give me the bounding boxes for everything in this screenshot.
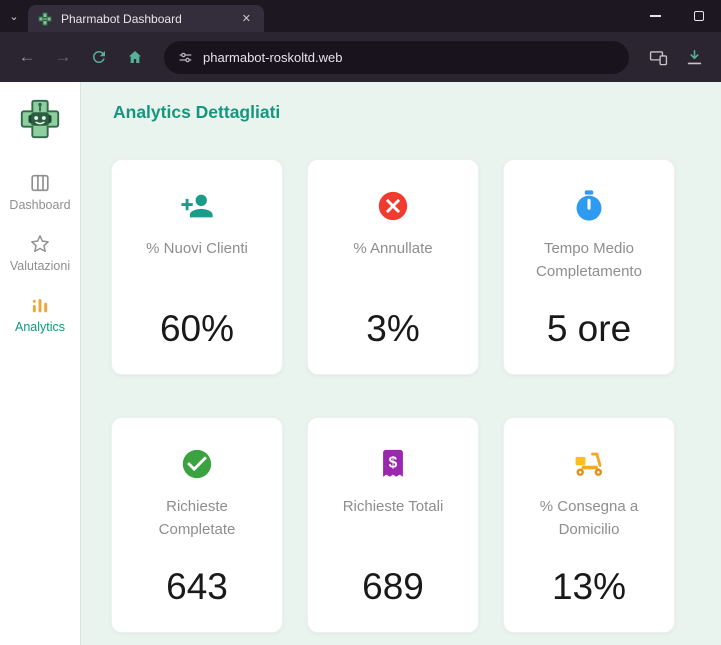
dashboard-icon bbox=[31, 174, 49, 192]
address-bar[interactable]: pharmabot-roskoltd.web bbox=[164, 40, 629, 74]
stat-card-tempo-medio: Tempo Medio Completamento 5 ore bbox=[503, 159, 675, 375]
url-text: pharmabot-roskoltd.web bbox=[203, 49, 343, 65]
stat-card-nuovi-clienti: % Nuovi Clienti 60% bbox=[111, 159, 283, 375]
stat-label: % Annullate bbox=[353, 240, 433, 257]
stat-value: 13% bbox=[551, 566, 627, 607]
home-icon bbox=[129, 51, 141, 63]
check-circle-icon bbox=[180, 446, 214, 482]
tab-close-icon[interactable]: ✕ bbox=[238, 10, 255, 27]
maximize-button[interactable] bbox=[677, 0, 721, 32]
page-title: Analytics Dettagliati bbox=[113, 102, 281, 122]
sidebar-item-dashboard[interactable]: Dashboard bbox=[9, 172, 71, 213]
sidebar-item-valutazioni[interactable]: Valutazioni bbox=[10, 233, 70, 274]
pharmabot-logo bbox=[20, 99, 60, 139]
sidebar-item-analytics[interactable]: Analytics bbox=[15, 294, 65, 335]
sidebar: Dashboard Valutazioni Analytics bbox=[0, 82, 81, 645]
stat-label: % Nuovi Clienti bbox=[146, 240, 248, 257]
sidebar-item-label: Valutazioni bbox=[9, 258, 71, 273]
stat-label: % Consegna a Domicilio bbox=[539, 498, 639, 538]
stat-label: Tempo Medio Completamento bbox=[536, 240, 642, 280]
tab-search-chevron-button[interactable]: ⌄ bbox=[0, 0, 28, 32]
stat-value: 3% bbox=[366, 308, 420, 349]
star-icon bbox=[31, 234, 49, 252]
home-button[interactable] bbox=[120, 42, 150, 72]
downloads-button[interactable] bbox=[679, 42, 709, 72]
sidebar-item-label: Dashboard bbox=[9, 198, 71, 212]
site-settings-icon bbox=[179, 52, 192, 62]
window-controls bbox=[633, 0, 721, 32]
sidebar-item-label: Analytics bbox=[14, 319, 66, 334]
stat-value: 60% bbox=[159, 308, 235, 349]
stat-value: 5 ore bbox=[546, 308, 632, 349]
browser-tab[interactable]: Pharmabot Dashboard ✕ bbox=[28, 5, 264, 32]
stat-label: Richieste Completate bbox=[158, 498, 236, 538]
stat-label: Richieste Totali bbox=[342, 498, 444, 515]
stats-grid: % Nuovi Clienti 60% % Annullate 3% Tempo… bbox=[111, 159, 721, 633]
browser-window: ⌄ Pharmabot Dashboard ✕ ← → pharmabot-ro… bbox=[0, 0, 721, 645]
analytics-bar-chart-icon bbox=[32, 298, 48, 312]
stat-card-richieste-totali: $ Richieste Totali 689 bbox=[307, 417, 479, 633]
timer-icon bbox=[572, 188, 606, 224]
stat-value: 689 bbox=[362, 566, 424, 607]
download-icon bbox=[687, 49, 701, 64]
tab-title: Pharmabot Dashboard bbox=[61, 11, 182, 26]
forward-button[interactable]: → bbox=[48, 42, 78, 72]
minimize-button[interactable] bbox=[633, 0, 677, 32]
svg-text:$: $ bbox=[389, 455, 398, 472]
stat-card-annullate: % Annullate 3% bbox=[307, 159, 479, 375]
receipt-dollar-icon: $ bbox=[376, 446, 410, 482]
stat-card-consegna-domicilio: % Consegna a Domicilio 13% bbox=[503, 417, 675, 633]
pharmabot-favicon-icon bbox=[38, 12, 52, 25]
stat-value: 643 bbox=[166, 566, 228, 607]
main-content: Analytics Dettagliati % Nuovi Clienti 60… bbox=[81, 82, 721, 645]
refresh-button[interactable] bbox=[84, 42, 114, 72]
send-to-device-button[interactable] bbox=[643, 42, 673, 72]
back-button[interactable]: ← bbox=[12, 42, 42, 72]
browser-toolbar: ← → pharmabot-roskoltd.web bbox=[0, 32, 721, 82]
app-body: Dashboard Valutazioni Analytics Analytic… bbox=[0, 82, 721, 645]
person-add-icon bbox=[180, 188, 214, 224]
devices-icon bbox=[649, 50, 667, 65]
refresh-icon bbox=[92, 50, 105, 63]
tab-strip: ⌄ Pharmabot Dashboard ✕ bbox=[0, 0, 721, 32]
cancel-icon bbox=[376, 188, 410, 224]
scooter-icon bbox=[572, 446, 606, 482]
stat-card-richieste-completate: Richieste Completate 643 bbox=[111, 417, 283, 633]
